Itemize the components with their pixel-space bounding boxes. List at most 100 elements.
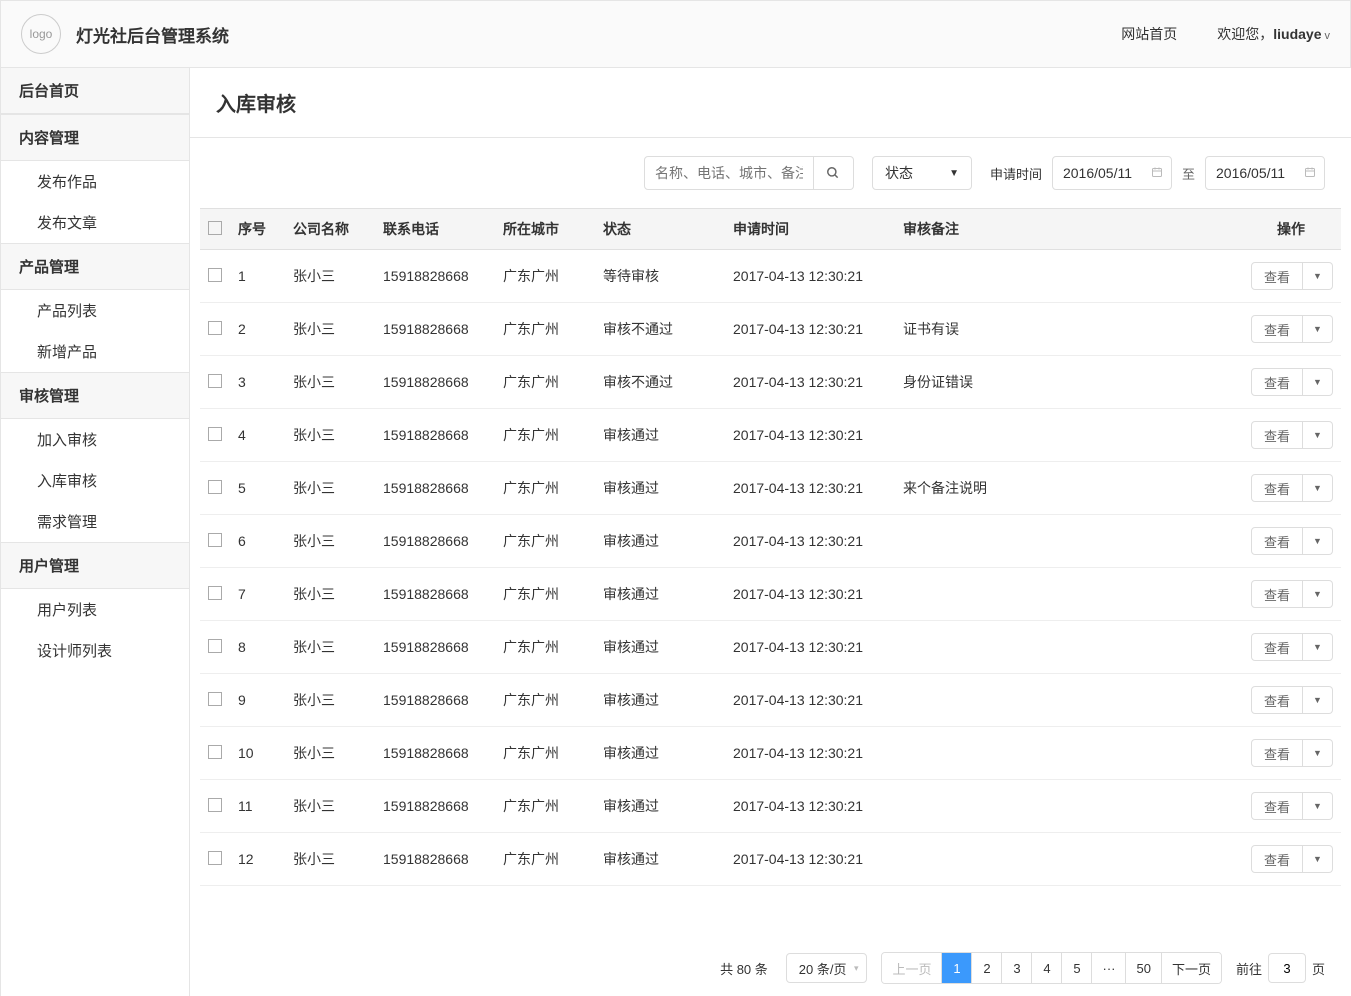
table-row: 8张小三15918828668广东广州审核通过2017-04-13 12:30:… [200,621,1341,674]
row-checkbox[interactable] [208,745,222,759]
pager-next[interactable]: 下一页 [1162,953,1221,983]
col-header-remark: 审核备注 [895,209,1241,250]
cell-status: 审核通过 [595,780,725,833]
sidebar-item[interactable]: 设计师列表 [1,630,189,671]
view-button[interactable]: 查看 [1251,474,1303,502]
caret-down-icon: ▼ [1313,801,1322,811]
row-action-dropdown[interactable]: ▼ [1303,739,1333,767]
row-checkbox[interactable] [208,586,222,600]
view-button[interactable]: 查看 [1251,686,1303,714]
pager-page[interactable]: 1 [942,953,972,983]
header-right: 网站首页 欢迎您，liudayev [1121,24,1330,44]
view-button[interactable]: 查看 [1251,527,1303,555]
cell-index: 3 [230,356,285,409]
cell-index: 2 [230,303,285,356]
status-select[interactable]: 状态 ▼ [872,156,972,190]
row-checkbox[interactable] [208,480,222,494]
row-action-dropdown[interactable]: ▼ [1303,474,1333,502]
view-button[interactable]: 查看 [1251,262,1303,290]
row-checkbox[interactable] [208,374,222,388]
user-menu[interactable]: 欢迎您，liudayev [1217,24,1330,44]
sidebar-item[interactable]: 入库审核 [1,460,189,501]
caret-down-icon: ▼ [1313,430,1322,440]
pager-page[interactable]: 3 [1002,953,1032,983]
select-all-checkbox[interactable] [208,221,222,235]
row-checkbox[interactable] [208,851,222,865]
row-checkbox[interactable] [208,321,222,335]
row-checkbox[interactable] [208,798,222,812]
page-size-select[interactable]: 20 条/页 ▾ [786,953,868,983]
cell-remark: 证书有误 [895,303,1241,356]
page-title: 入库审核 [190,68,1351,138]
search-input[interactable] [644,156,814,190]
pager-page[interactable]: 5 [1062,953,1092,983]
table-row: 5张小三15918828668广东广州审核通过2017-04-13 12:30:… [200,462,1341,515]
col-header-city: 所在城市 [495,209,595,250]
row-checkbox[interactable] [208,692,222,706]
table-wrap: 序号 公司名称 联系电话 所在城市 状态 申请时间 审核备注 操作 1张小三15… [190,208,1351,996]
sidebar-item[interactable]: 需求管理 [1,501,189,542]
pager-page[interactable]: 4 [1032,953,1062,983]
row-action-dropdown[interactable]: ▼ [1303,315,1333,343]
table-head: 序号 公司名称 联系电话 所在城市 状态 申请时间 审核备注 操作 [200,209,1341,250]
cell-status: 审核通过 [595,621,725,674]
row-action-dropdown[interactable]: ▼ [1303,686,1333,714]
row-action-dropdown[interactable]: ▼ [1303,368,1333,396]
row-checkbox[interactable] [208,533,222,547]
view-button[interactable]: 查看 [1251,421,1303,449]
cell-remark [895,780,1241,833]
row-checkbox[interactable] [208,427,222,441]
row-action-dropdown[interactable]: ▼ [1303,792,1333,820]
view-button[interactable]: 查看 [1251,845,1303,873]
view-button[interactable]: 查看 [1251,633,1303,661]
row-action-dropdown[interactable]: ▼ [1303,633,1333,661]
view-button[interactable]: 查看 [1251,739,1303,767]
pager-page[interactable]: 2 [972,953,1002,983]
row-action-dropdown[interactable]: ▼ [1303,262,1333,290]
logo[interactable]: logo [21,14,61,54]
caret-down-icon: ▼ [1313,271,1322,281]
home-link[interactable]: 网站首页 [1121,24,1177,44]
view-button[interactable]: 查看 [1251,792,1303,820]
row-action-dropdown[interactable]: ▼ [1303,527,1333,555]
sidebar-item[interactable]: 加入审核 [1,419,189,460]
row-action-dropdown[interactable]: ▼ [1303,845,1333,873]
cell-remark: 来个备注说明 [895,462,1241,515]
sidebar-group-title[interactable]: 用户管理 [1,543,189,589]
table-row: 1张小三15918828668广东广州等待审核2017-04-13 12:30:… [200,250,1341,303]
pager-prev[interactable]: 上一页 [882,953,942,983]
caret-down-icon: ▼ [1313,589,1322,599]
cell-index: 10 [230,727,285,780]
sidebar-item[interactable]: 发布作品 [1,161,189,202]
view-button[interactable]: 查看 [1251,580,1303,608]
sidebar-group-title[interactable]: 审核管理 [1,373,189,419]
view-button[interactable]: 查看 [1251,315,1303,343]
date-from-input[interactable]: 2016/05/11 [1052,156,1172,190]
search-button[interactable] [814,156,854,190]
cell-remark [895,568,1241,621]
cell-city: 广东广州 [495,356,595,409]
sidebar-item[interactable]: 用户列表 [1,589,189,630]
row-checkbox[interactable] [208,639,222,653]
sidebar-group-title[interactable]: 后台首页 [1,68,189,114]
row-action-dropdown[interactable]: ▼ [1303,421,1333,449]
sidebar-group-title[interactable]: 产品管理 [1,244,189,290]
cell-phone: 15918828668 [375,674,495,727]
cell-phone: 15918828668 [375,727,495,780]
row-checkbox[interactable] [208,268,222,282]
caret-down-icon: ▼ [1313,695,1322,705]
sidebar-group-title[interactable]: 内容管理 [1,115,189,161]
row-action-dropdown[interactable]: ▼ [1303,580,1333,608]
pager-jump-input[interactable] [1268,953,1306,983]
layout: 后台首页内容管理发布作品发布文章产品管理产品列表新增产品审核管理加入审核入库审核… [0,68,1351,996]
cell-company: 张小三 [285,833,375,886]
cell-city: 广东广州 [495,462,595,515]
sidebar-item[interactable]: 产品列表 [1,290,189,331]
pager-page[interactable]: 50 [1126,953,1161,983]
sidebar-item[interactable]: 新增产品 [1,331,189,372]
sidebar-item[interactable]: 发布文章 [1,202,189,243]
cell-index: 8 [230,621,285,674]
cell-index: 6 [230,515,285,568]
view-button[interactable]: 查看 [1251,368,1303,396]
date-to-input[interactable]: 2016/05/11 [1205,156,1325,190]
